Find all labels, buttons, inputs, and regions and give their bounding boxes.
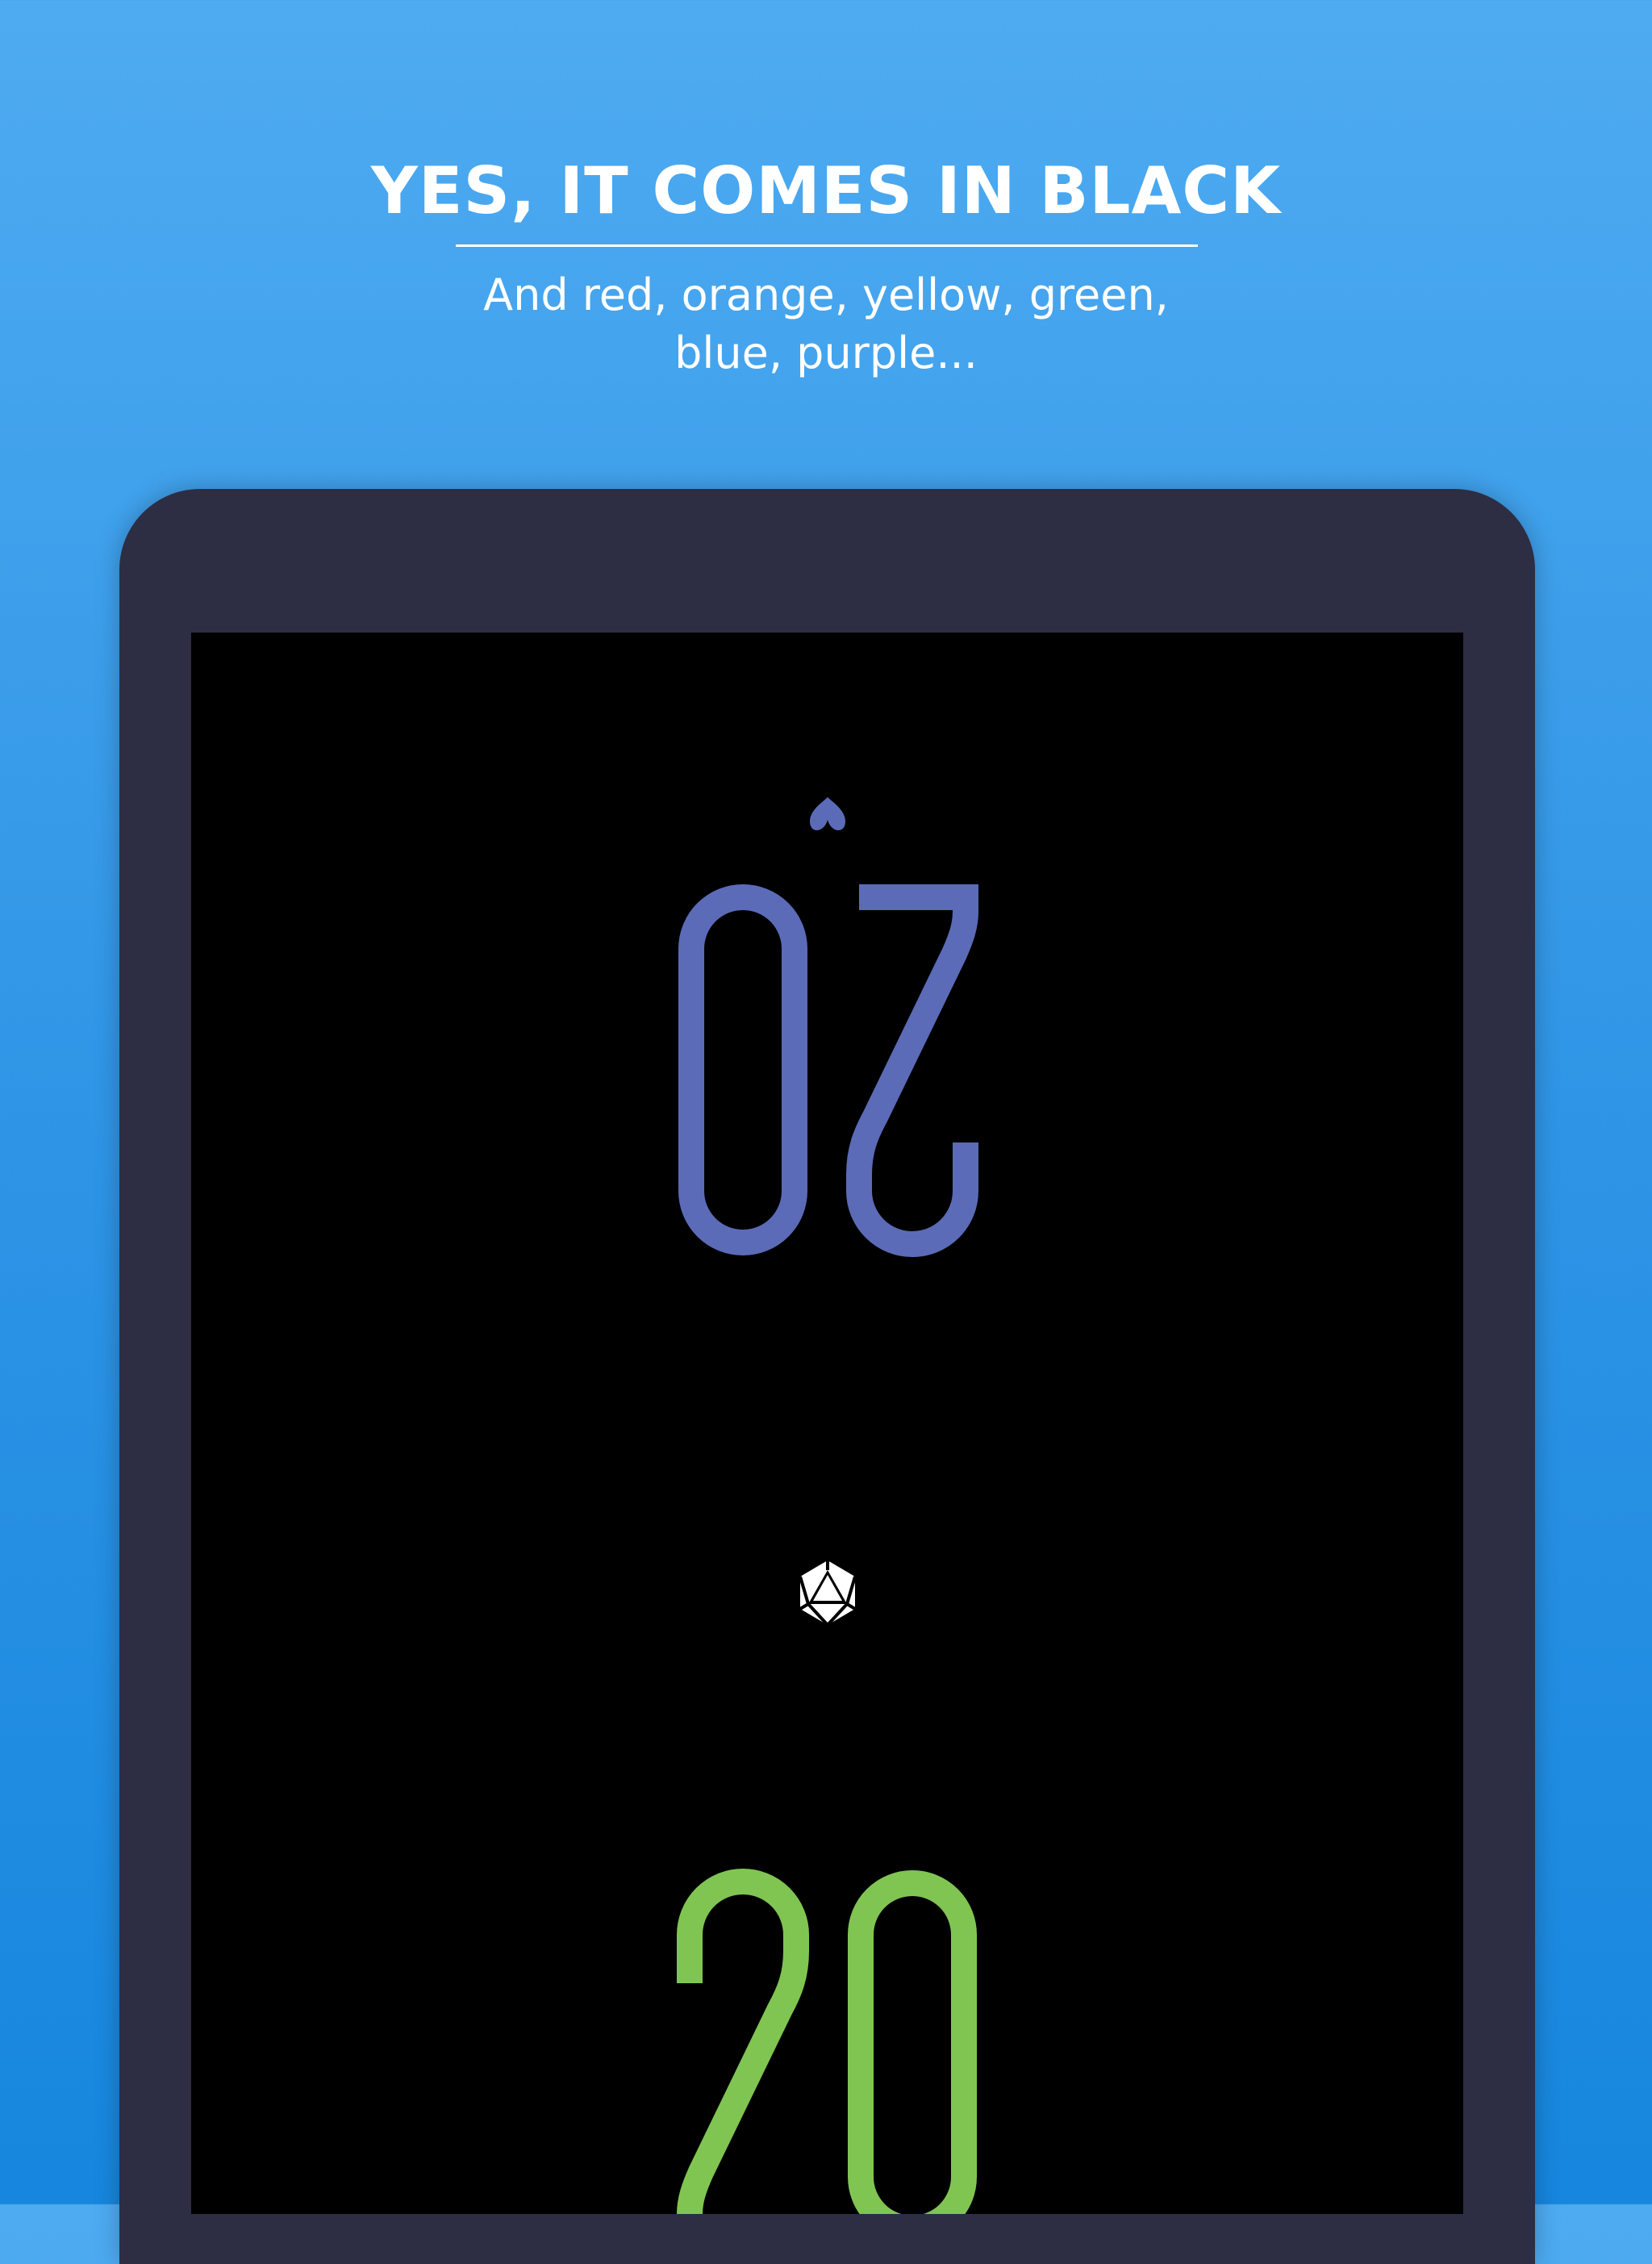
promo-headline: YES, IT COMES IN BLACK <box>370 153 1282 228</box>
top-player-panel[interactable] <box>678 797 978 1257</box>
top-life-digit-0 <box>678 884 807 1255</box>
life-counter-canvas <box>677 797 978 2214</box>
top-player-life-total[interactable] <box>678 884 978 1257</box>
subheadline-line-1: And red, orange, yellow, green, <box>483 269 1169 320</box>
bottom-life-digit-0 <box>848 1870 977 2214</box>
bottom-player-panel[interactable] <box>677 1869 977 2214</box>
heart-icon <box>810 797 845 831</box>
d20-dice-icon[interactable] <box>799 1560 857 1627</box>
bottom-life-digit-2 <box>677 1869 809 2214</box>
headline-divider <box>456 244 1198 247</box>
promo-subheadline: And red, orange, yellow, green, blue, pu… <box>382 266 1270 382</box>
app-screen <box>191 633 1463 2214</box>
bottom-player-life-total[interactable] <box>677 1869 977 2214</box>
subheadline-line-2: blue, purple... <box>674 328 978 378</box>
top-life-digit-2 <box>846 884 978 1257</box>
